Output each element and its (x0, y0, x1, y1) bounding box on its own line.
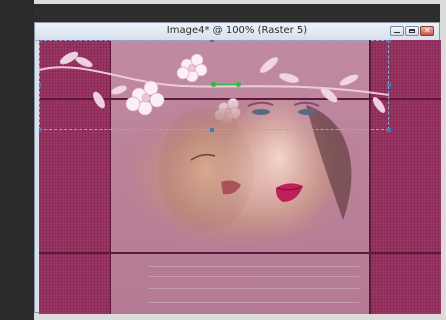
selection-handle[interactable] (387, 83, 391, 87)
maximize-icon (409, 29, 415, 33)
faint-line (149, 288, 359, 289)
minimize-button[interactable] (390, 26, 404, 36)
rotation-line (214, 84, 238, 85)
window-title: Image4* @ 100% (Raster 5) (166, 25, 308, 36)
image-window[interactable]: Image4* @ 100% (Raster 5) ✕ (34, 22, 441, 314)
selection-handle[interactable] (210, 40, 214, 42)
close-button[interactable]: ✕ (420, 26, 434, 36)
faint-line (149, 266, 359, 267)
window-titlebar[interactable]: Image4* @ 100% (Raster 5) ✕ (35, 23, 439, 41)
screen-frame-bottom (0, 313, 446, 320)
selection-handle[interactable] (39, 128, 41, 132)
workspace-background (0, 0, 34, 320)
minimize-icon (394, 32, 400, 33)
faint-line (149, 302, 359, 303)
selection-handle[interactable] (39, 83, 41, 87)
image-canvas[interactable] (39, 40, 441, 314)
bottom-divider (39, 252, 441, 254)
selection-handle[interactable] (39, 40, 41, 42)
faint-line (149, 276, 359, 277)
selection-handle[interactable] (387, 128, 391, 132)
maximize-button[interactable] (405, 26, 419, 36)
screen-frame-top (0, 0, 446, 4)
selection-handle[interactable] (210, 128, 214, 132)
close-icon: ✕ (424, 26, 431, 35)
selection-handle[interactable] (387, 40, 391, 42)
